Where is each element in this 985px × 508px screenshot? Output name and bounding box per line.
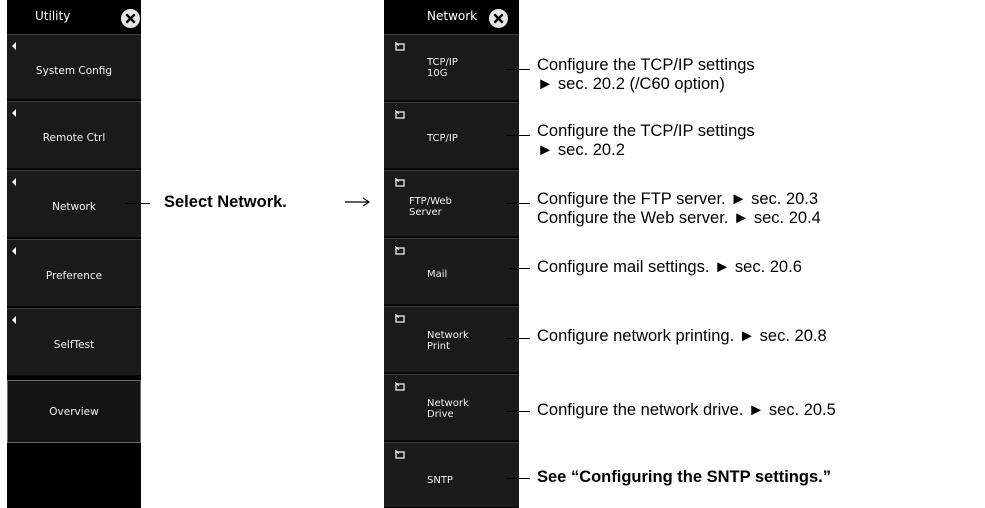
selftest-label: SelfTest (53, 339, 95, 351)
mail-label: Mail (427, 269, 448, 280)
arrow-right-icon (345, 197, 371, 207)
ftp-web-label-line1: FTP/Web (409, 196, 452, 207)
tcpip-10g-button[interactable]: TCP/IP 10G (384, 34, 519, 101)
submenu-icon (395, 178, 405, 187)
submenu-icon (395, 314, 405, 323)
network-drive-label-line2: Drive (427, 409, 454, 420)
leader-line (506, 478, 530, 479)
sntp-label: SNTP (427, 475, 453, 486)
arrow-left-icon (12, 109, 16, 117)
tcpip-button[interactable]: TCP/IP (384, 102, 519, 169)
network-print-label-line2: Print (427, 341, 451, 352)
overview-label: Overview (49, 406, 99, 418)
tcpip-10g-label-line1: TCP/IP (427, 57, 458, 68)
utility-header: Utility (7, 0, 141, 34)
network-print-description: Configure network printing. ► sec. 20.8 (537, 327, 827, 345)
network-print-button[interactable]: Network Print (384, 306, 519, 373)
selftest-button[interactable]: SelfTest (7, 308, 141, 376)
network-menu-panel: Network TCP/IP 10G TCP/IP FTP/Web Server… (384, 0, 519, 508)
remote-ctrl-label: Remote Ctrl (42, 132, 106, 144)
connector-line (141, 203, 149, 204)
leader-line (506, 203, 530, 204)
preference-button[interactable]: Preference (7, 239, 141, 307)
sntp-button[interactable]: SNTP (384, 442, 519, 508)
preference-label: Preference (45, 270, 103, 282)
arrow-left-icon (12, 247, 16, 255)
submenu-icon (395, 42, 405, 51)
network-drive-button[interactable]: Network Drive (384, 374, 519, 441)
utility-title: Utility (35, 9, 71, 23)
sntp-description: See “Configuring the SNTP settings.” (537, 468, 831, 486)
network-label: Network (52, 201, 96, 213)
arrow-left-icon (12, 316, 16, 324)
close-icon[interactable] (121, 9, 140, 28)
ftp-web-server-button[interactable]: FTP/Web Server (384, 170, 519, 237)
network-button[interactable]: Network (7, 170, 141, 238)
submenu-icon (395, 382, 405, 391)
tcpip-description: Configure the TCP/IP settings ► sec. 20.… (537, 122, 755, 159)
select-network-instruction: Select Network. (164, 193, 287, 211)
leader-line (506, 69, 530, 70)
leader-line (510, 268, 530, 269)
system-config-label: System Config (35, 65, 113, 77)
leader-line (506, 338, 530, 339)
system-config-button[interactable]: System Config (7, 34, 141, 100)
mail-button[interactable]: Mail (384, 238, 519, 305)
submenu-icon (395, 450, 405, 459)
ftp-web-description: Configure the FTP server. ► sec. 20.3 Co… (537, 190, 821, 227)
utility-menu-panel: Utility System Config Remote Ctrl Networ… (7, 0, 141, 508)
submenu-icon (395, 110, 405, 119)
network-print-label-line1: Network (427, 330, 469, 341)
leader-line (506, 411, 530, 412)
mail-description: Configure mail settings. ► sec. 20.6 (537, 258, 802, 276)
tcpip-10g-description: Configure the TCP/IP settings ► sec. 20.… (537, 56, 755, 93)
tcpip-10g-label-line2: 10G (427, 68, 448, 79)
remote-ctrl-button[interactable]: Remote Ctrl (7, 101, 141, 169)
network-drive-description: Configure the network drive. ► sec. 20.5 (537, 401, 836, 419)
submenu-icon (395, 246, 405, 255)
network-title: Network (427, 9, 478, 23)
network-drive-label-line1: Network (427, 398, 469, 409)
arrow-left-icon (12, 42, 16, 50)
overview-button[interactable]: Overview (7, 380, 141, 443)
arrow-left-icon (12, 178, 16, 186)
ftp-web-label-line2: Server (409, 207, 442, 218)
close-icon[interactable] (489, 9, 508, 28)
tcpip-label: TCP/IP (427, 133, 458, 144)
leader-line (506, 135, 530, 136)
network-header: Network (384, 0, 519, 34)
